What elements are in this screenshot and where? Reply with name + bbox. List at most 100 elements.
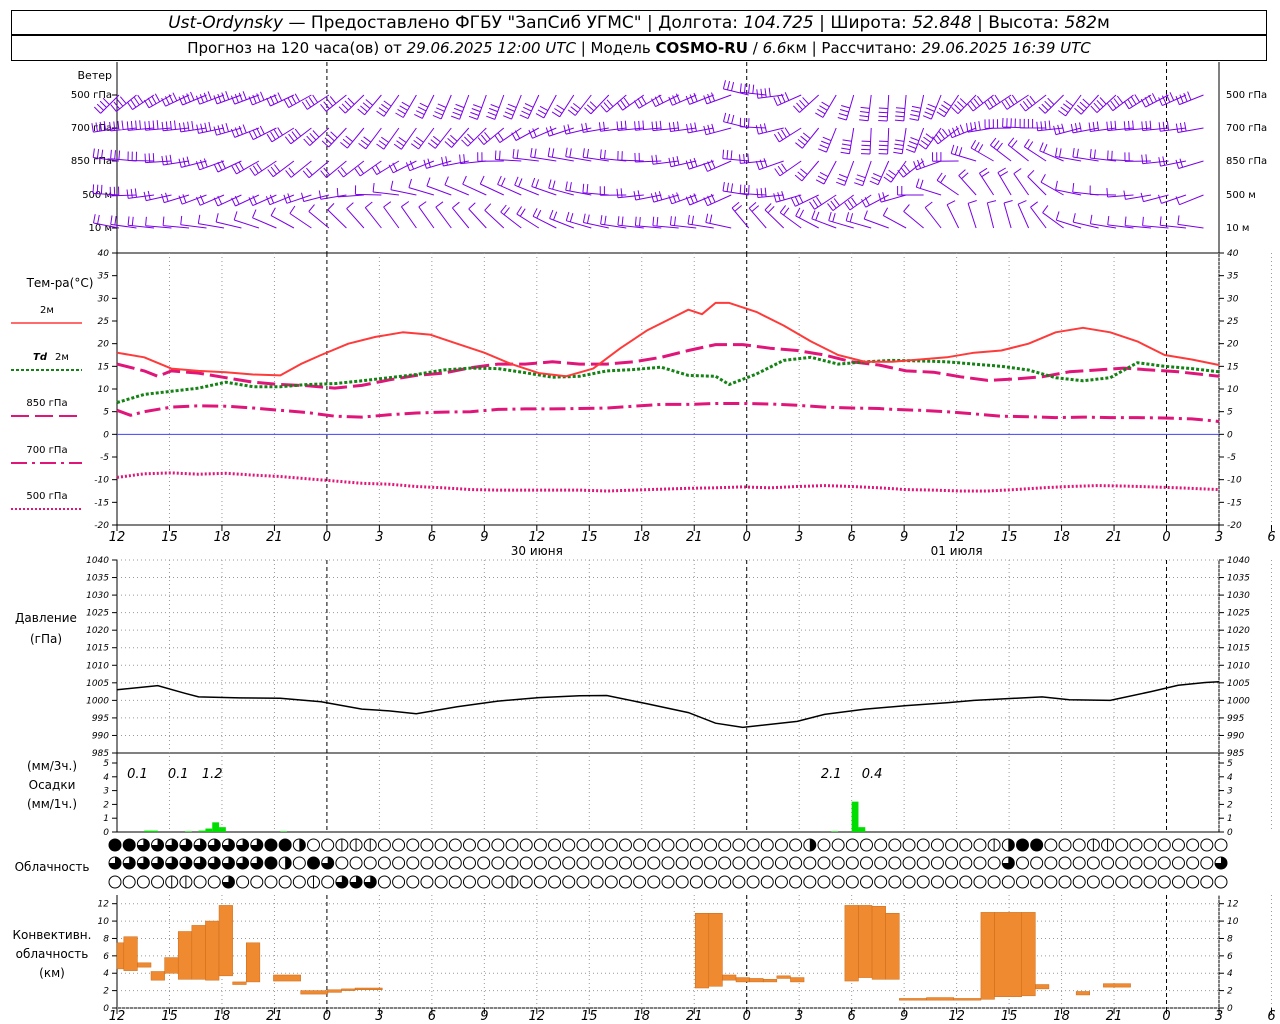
wind-barb — [739, 184, 767, 196]
cloud-symbol — [718, 838, 732, 852]
temp-ytick-label-left: 25 — [98, 317, 110, 327]
cloud-symbol — [406, 856, 420, 870]
wind-barb — [494, 127, 522, 144]
time-tick-label: 12 — [948, 1009, 965, 1024]
wind-barb — [793, 94, 820, 113]
cloud-symbol — [377, 838, 391, 852]
cloud-symbol — [860, 856, 874, 870]
temp-ytick-label-left: 0 — [103, 430, 109, 440]
cloud-symbol — [321, 838, 335, 852]
cloud-symbol — [576, 856, 590, 870]
wind-barb — [468, 202, 487, 229]
wind-level-label-right: 700 гПа — [1226, 123, 1267, 134]
cloud-symbol — [973, 875, 987, 889]
precip-total-label: 2.1 — [821, 767, 842, 782]
cloud-fill — [264, 857, 277, 869]
cloud-symbol — [874, 856, 888, 870]
wind-barb — [1072, 183, 1099, 196]
pressure-ytick-label-left: 1025 — [86, 609, 109, 619]
cloud-symbol — [562, 838, 576, 852]
temp-ytick-label-right: -15 — [1227, 498, 1242, 508]
precip-bar — [205, 828, 213, 832]
conv-ytick-label-right: 12 — [1227, 900, 1239, 910]
legend-label: 700 гПа — [26, 445, 67, 456]
cloud-symbol — [746, 856, 760, 870]
cloud-symbol — [448, 875, 462, 889]
cloud-symbol — [434, 856, 448, 870]
cloud-symbol — [774, 856, 788, 870]
wind-barb — [395, 94, 417, 118]
time-tick-label: 12 — [529, 1009, 546, 1024]
time-tick-label: 15 — [161, 530, 178, 545]
conv-bar — [994, 912, 1022, 997]
cloud-symbol — [987, 856, 1001, 870]
wind-barb — [503, 94, 522, 120]
pressure-ytick-label-right: 995 — [1227, 714, 1244, 724]
precip-bar — [212, 822, 220, 832]
conv-bar — [218, 905, 233, 977]
time-tick-label: 0 — [323, 1009, 331, 1024]
wind-barb — [897, 186, 924, 196]
wind-barb — [161, 192, 190, 204]
cloud-symbol — [916, 856, 930, 870]
cloud-symbol — [1044, 838, 1058, 852]
cloud-symbol — [108, 875, 122, 889]
wind-barb — [795, 127, 820, 149]
wind-barb — [283, 93, 312, 109]
cloud-symbol — [1030, 875, 1044, 889]
cloud-symbol — [349, 856, 363, 870]
cloud-symbol — [434, 875, 448, 889]
cloud-symbol — [519, 838, 533, 852]
cloud-symbol — [789, 838, 803, 852]
wind-barb — [1175, 122, 1204, 133]
time-tick-label: 6 — [1267, 530, 1275, 545]
cloud-symbol — [789, 875, 803, 889]
conv-ytick-label-right: 4 — [1227, 969, 1233, 979]
cloud-symbol — [264, 875, 278, 889]
cloud-symbol — [1115, 856, 1129, 870]
cloud-symbol — [831, 856, 845, 870]
temp-ytick-label-right: 35 — [1227, 272, 1239, 282]
conv-ytick-label-left: 0 — [103, 1004, 109, 1014]
time-tick-label: 21 — [1106, 530, 1123, 545]
wind-barb — [327, 203, 347, 229]
wind-barb — [248, 91, 277, 106]
wind-barb — [549, 209, 574, 229]
conv-ytick-label-left: 12 — [98, 900, 110, 910]
cloud-symbol — [689, 875, 703, 889]
wind-barb — [840, 127, 855, 155]
pressure-ytick-label-right: 1010 — [1227, 661, 1250, 671]
wind-barb — [703, 193, 732, 207]
wind-barb — [270, 207, 295, 229]
cloud-symbol — [1171, 875, 1185, 889]
conv-bar — [762, 979, 778, 983]
conv-ytick-label-left: 8 — [103, 934, 109, 944]
cloud-symbol — [1086, 856, 1100, 870]
pressure-ytick-label-left: 1005 — [86, 679, 109, 689]
time-tick-label: 15 — [161, 1009, 178, 1024]
cloud-symbol — [888, 838, 902, 852]
wind-barb — [1072, 213, 1099, 229]
time-tick-label: 12 — [529, 530, 546, 545]
cloud-symbol — [1072, 856, 1086, 870]
cloud-symbol — [817, 838, 831, 852]
wind-level-label-left: 500 гПа — [71, 90, 112, 101]
cloud-symbol — [505, 838, 519, 852]
cloud-symbol — [533, 856, 547, 870]
conv-bar — [858, 905, 873, 978]
cloud-symbol — [548, 856, 562, 870]
conv-bar — [735, 977, 750, 983]
cloud-symbol — [136, 875, 150, 889]
cloud-symbol — [533, 838, 547, 852]
time-tick-label: 21 — [266, 530, 283, 545]
date-label: 30 июня — [511, 544, 563, 558]
cloud-symbol — [874, 838, 888, 852]
wind-barb — [893, 127, 907, 155]
cloud-symbol — [930, 875, 944, 889]
cloud-fill — [809, 839, 816, 851]
precip-ytick-label-left: 1 — [103, 814, 109, 824]
time-tick-label: 6 — [428, 1009, 436, 1024]
cloud-symbol — [462, 875, 476, 889]
wind-barb — [722, 149, 749, 162]
wind-barb — [1040, 174, 1064, 196]
